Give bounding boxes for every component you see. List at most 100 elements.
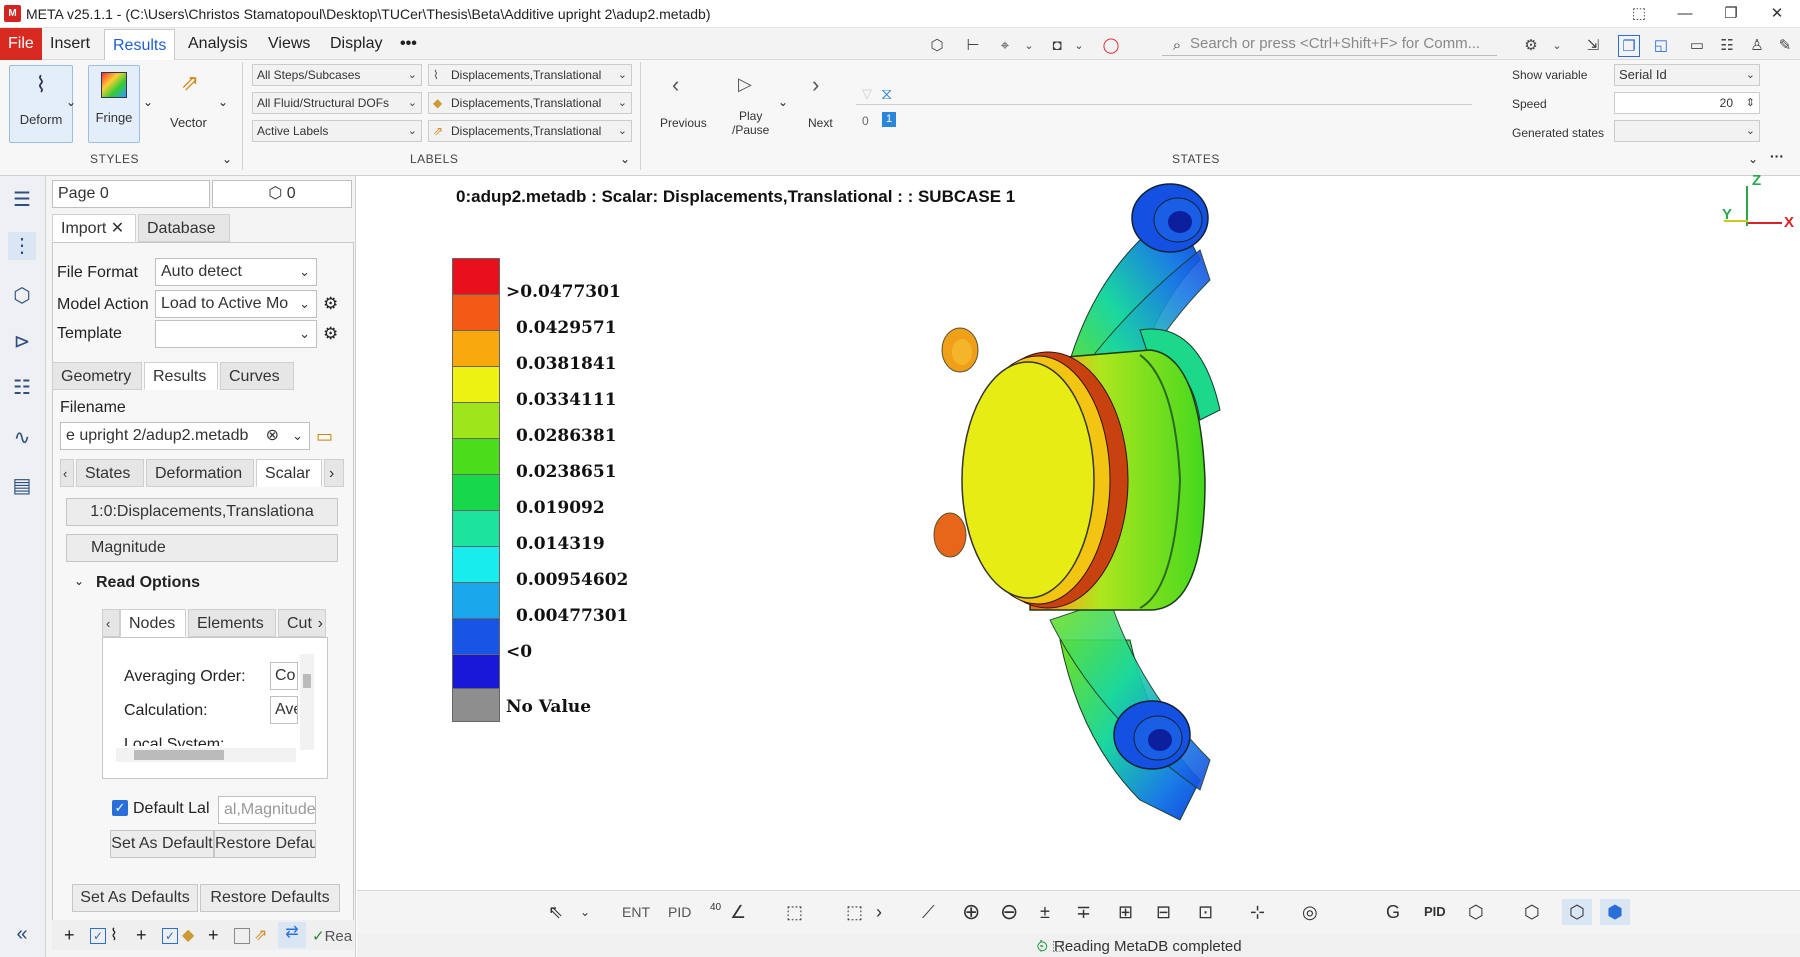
window-tile-icon[interactable]: ◱ xyxy=(1650,35,1672,57)
lock-icon[interactable]: ⊡ xyxy=(1198,899,1213,925)
cube-icon[interactable]: ⬡ xyxy=(1468,899,1484,925)
command-search-input[interactable]: Search or press <Ctrl+Shift+F> for Comm.… xyxy=(1162,32,1497,56)
wireframe-icon[interactable]: ⬡ xyxy=(1524,899,1540,925)
deform-result-select[interactable]: ⌇ Displacements,Translational ⌄ xyxy=(428,64,632,86)
menu-more[interactable]: ••• xyxy=(392,28,425,60)
scroll-thumb[interactable] xyxy=(134,750,224,760)
gear-icon[interactable]: ⚙ xyxy=(1520,35,1542,57)
fringe-icon[interactable]: ◆ xyxy=(182,925,194,945)
measure-icon[interactable]: ⊢ xyxy=(962,35,984,57)
chevron-down-icon[interactable]: ⌄ xyxy=(1546,35,1568,57)
next-label[interactable]: Next xyxy=(808,116,833,130)
fringe-button[interactable]: Fringe xyxy=(88,65,140,143)
more-icon[interactable]: ··· xyxy=(1770,148,1784,164)
chevron-down-icon[interactable]: ⌄ xyxy=(222,152,232,166)
target-icon[interactable]: ◎ xyxy=(1302,899,1318,925)
states-slider-track[interactable] xyxy=(856,104,1472,105)
layers-icon[interactable]: ⊹ xyxy=(1250,899,1265,925)
minimize-icon[interactable]: — xyxy=(1662,0,1708,28)
folder-open-icon[interactable]: ▭ xyxy=(316,426,333,447)
angle-icon[interactable]: ∠ xyxy=(730,899,746,925)
menu-display[interactable]: Display xyxy=(322,28,390,60)
tools-icon[interactable]: ✎ xyxy=(1774,35,1796,57)
restore-icon[interactable]: ❐ xyxy=(1708,0,1754,28)
pid-color-button[interactable]: PID xyxy=(1424,899,1446,925)
add-visible-icon[interactable]: ± xyxy=(1040,899,1050,925)
hierarchy-icon[interactable]: ⊳ xyxy=(8,328,36,356)
tab-deformation[interactable]: Deformation xyxy=(146,459,254,487)
pid-button[interactable]: PID xyxy=(668,899,691,925)
set-as-defaults-button[interactable]: Set As Defaults xyxy=(72,884,198,912)
shaded-icon[interactable]: ⬢ xyxy=(1600,899,1630,925)
tab-database[interactable]: Database xyxy=(138,214,230,242)
page-select[interactable]: Page 0 xyxy=(52,180,210,208)
horizontal-scrollbar[interactable] xyxy=(116,748,296,762)
gear-icon[interactable]: ⚙ xyxy=(323,294,338,314)
chevron-down-icon[interactable]: ⌄ xyxy=(218,95,228,109)
chevron-down-icon[interactable]: ⌄ xyxy=(778,95,788,109)
deform-icon[interactable]: ⌇ xyxy=(110,925,118,945)
chevron-down-icon[interactable]: ⌄ xyxy=(1068,35,1090,57)
chevron-down-icon[interactable]: ⌄ xyxy=(66,95,76,109)
next-icon[interactable]: › xyxy=(812,72,819,98)
vector-icon[interactable]: ⇗ xyxy=(254,925,267,945)
play-pause-label[interactable]: Play /Pause xyxy=(732,109,769,137)
checkbox-icon[interactable]: ✓ xyxy=(162,928,178,944)
tab-scalar[interactable]: Scalar xyxy=(256,459,322,487)
filename-field[interactable]: e upright 2/adup2.metadb ⊗ ⌄ xyxy=(60,422,310,450)
swap-icon[interactable]: ⇄ xyxy=(278,922,306,948)
tab-states[interactable]: States xyxy=(76,459,144,487)
tab-geometry[interactable]: Geometry xyxy=(52,362,142,390)
cube-icon[interactable]: ⬡ xyxy=(8,282,36,310)
tab-import[interactable]: Import ✕ xyxy=(52,214,136,242)
fringe-result-select[interactable]: ◆ Displacements,Translational ⌄ xyxy=(428,92,632,114)
tab-curves[interactable]: Curves xyxy=(220,362,294,390)
close-icon[interactable]: ✕ xyxy=(111,220,124,237)
tab-nodes[interactable]: Nodes xyxy=(120,609,186,637)
labels-select[interactable]: Active Labels ⌄ xyxy=(252,120,422,142)
restore-defaults-button[interactable]: Restore Defaults xyxy=(200,884,340,912)
previous-label[interactable]: Previous xyxy=(660,116,707,130)
curve-icon[interactable]: ∿ xyxy=(8,424,36,452)
chevron-down-icon[interactable]: ⌄ xyxy=(620,152,630,166)
add-icon[interactable]: + xyxy=(208,925,219,946)
checkbox-icon[interactable]: ✓ xyxy=(90,928,106,944)
slider-thumb[interactable]: ⧖ xyxy=(881,86,892,104)
restore-default-button[interactable]: Restore Default xyxy=(214,830,316,858)
chevron-down-icon[interactable]: ⌄ xyxy=(143,95,153,109)
chevron-down-icon[interactable]: ⌄ xyxy=(1018,35,1040,57)
show-variable-select[interactable]: Serial Id ⌄ xyxy=(1614,64,1760,86)
collapse-icon[interactable]: « xyxy=(8,920,36,948)
scroll-thumb[interactable] xyxy=(303,674,311,688)
remove-icon[interactable]: ⊖ xyxy=(1000,899,1018,925)
remove-visible-icon[interactable]: ∓ xyxy=(1076,899,1091,925)
vector-result-select[interactable]: ⇗ Displacements,Translational ⌄ xyxy=(428,120,632,142)
scalar-result-item[interactable]: 1:0:Displacements,Translationa xyxy=(66,498,338,526)
tab-results[interactable]: Results xyxy=(144,362,218,390)
vector-button-label[interactable]: Vector xyxy=(170,115,207,130)
checkbox-icon[interactable] xyxy=(234,928,250,944)
list-icon[interactable]: ☰ xyxy=(8,186,36,214)
window-select-icon[interactable]: ⬚ xyxy=(846,899,863,925)
tab-scroll-left-icon[interactable]: ‹ xyxy=(60,459,74,487)
ribbon-toggle-icon[interactable]: ⬚ xyxy=(1616,0,1662,28)
generated-states-select[interactable]: ⌄ xyxy=(1614,120,1760,142)
tab-cut[interactable]: Cut › xyxy=(278,609,326,637)
tree-icon[interactable]: ⋮ xyxy=(8,232,36,260)
tab-scroll-left-icon[interactable]: ‹ xyxy=(102,609,120,637)
menu-results[interactable]: Results xyxy=(104,29,176,60)
model-cube-icon[interactable]: ⬡ xyxy=(926,35,948,57)
previous-icon[interactable]: ‹ xyxy=(672,72,679,98)
database-icon[interactable]: ▤ xyxy=(8,472,36,500)
calculation-select[interactable]: Ave xyxy=(270,696,298,724)
menu-views[interactable]: Views xyxy=(260,28,318,60)
group-icon[interactable]: G xyxy=(1386,899,1400,925)
menu-file[interactable]: File xyxy=(0,28,42,60)
properties-icon[interactable]: ☷ xyxy=(8,374,36,402)
dofs-select[interactable]: All Fluid/Structural DOFs ⌄ xyxy=(252,92,422,114)
page-count[interactable]: ⬡ 0 xyxy=(212,180,352,208)
grid-icon[interactable]: ⊞ xyxy=(1118,899,1133,925)
read-button[interactable]: ✓Rea xyxy=(312,927,352,945)
ent-button[interactable]: ENT xyxy=(622,899,650,925)
tab-elements[interactable]: Elements xyxy=(188,609,276,637)
